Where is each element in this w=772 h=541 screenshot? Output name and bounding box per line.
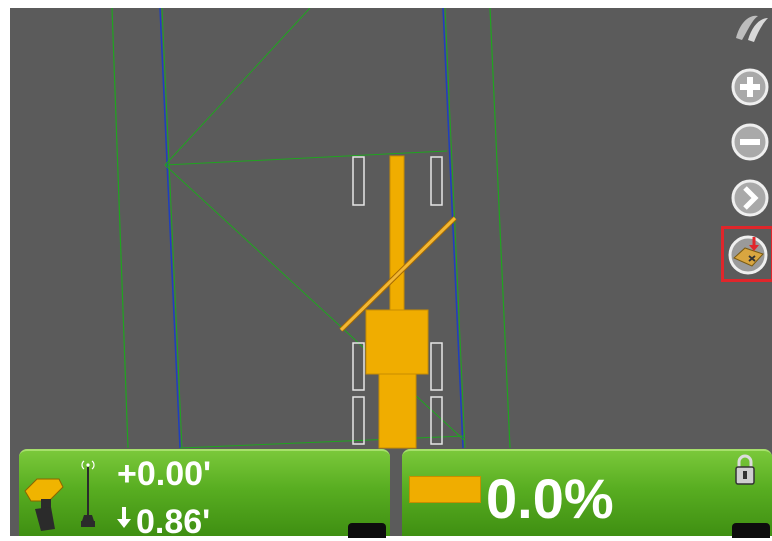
design-diagonal-line-upper [164, 8, 311, 166]
slope-panel[interactable]: 0.0% [402, 449, 772, 538]
elevation-offset-value: +0.00' [117, 455, 212, 493]
design-boundary-line-left-inner [161, 8, 183, 449]
machine-cab [365, 309, 429, 375]
track-front-right [430, 156, 443, 206]
slope-indicator-bar [409, 476, 481, 503]
zoom-in-button[interactable] [730, 67, 770, 107]
track-rear-left-2 [352, 396, 365, 445]
zoom-out-button[interactable] [730, 122, 770, 162]
chevron-right-icon [731, 179, 769, 217]
track-rear-right-1 [430, 342, 443, 391]
arrow-down-icon [117, 507, 131, 528]
logo-icon [730, 8, 770, 48]
design-cross-line-top [164, 150, 448, 166]
minus-icon [731, 123, 769, 161]
machine-frame [389, 155, 405, 317]
antenna-icon [81, 460, 95, 527]
design-boundary-line-left-outer [111, 8, 129, 449]
export-map-button[interactable] [721, 226, 772, 282]
design-boundary-line-right-outer [489, 8, 511, 449]
design-surface-lines [111, 8, 511, 449]
plus-icon [731, 68, 769, 106]
track-rear-left-1 [352, 342, 365, 391]
design-diagonal-line-lower [164, 164, 465, 441]
export-map-icon [728, 235, 768, 275]
machine-icon [339, 155, 457, 449]
slope-value: 0.0% [486, 467, 614, 530]
elevation-panel[interactable]: +0.00' 0.86' [19, 449, 390, 541]
track-front-left [352, 156, 365, 206]
next-view-button[interactable] [730, 178, 770, 218]
design-cross-line-bottom [179, 435, 466, 449]
machine-tool-icon [24, 478, 64, 531]
machine-rear-body [378, 373, 417, 449]
alignment-line-left [159, 8, 181, 449]
lock-icon[interactable] [733, 452, 757, 488]
cut-fill-value: 0.86' [136, 503, 211, 541]
